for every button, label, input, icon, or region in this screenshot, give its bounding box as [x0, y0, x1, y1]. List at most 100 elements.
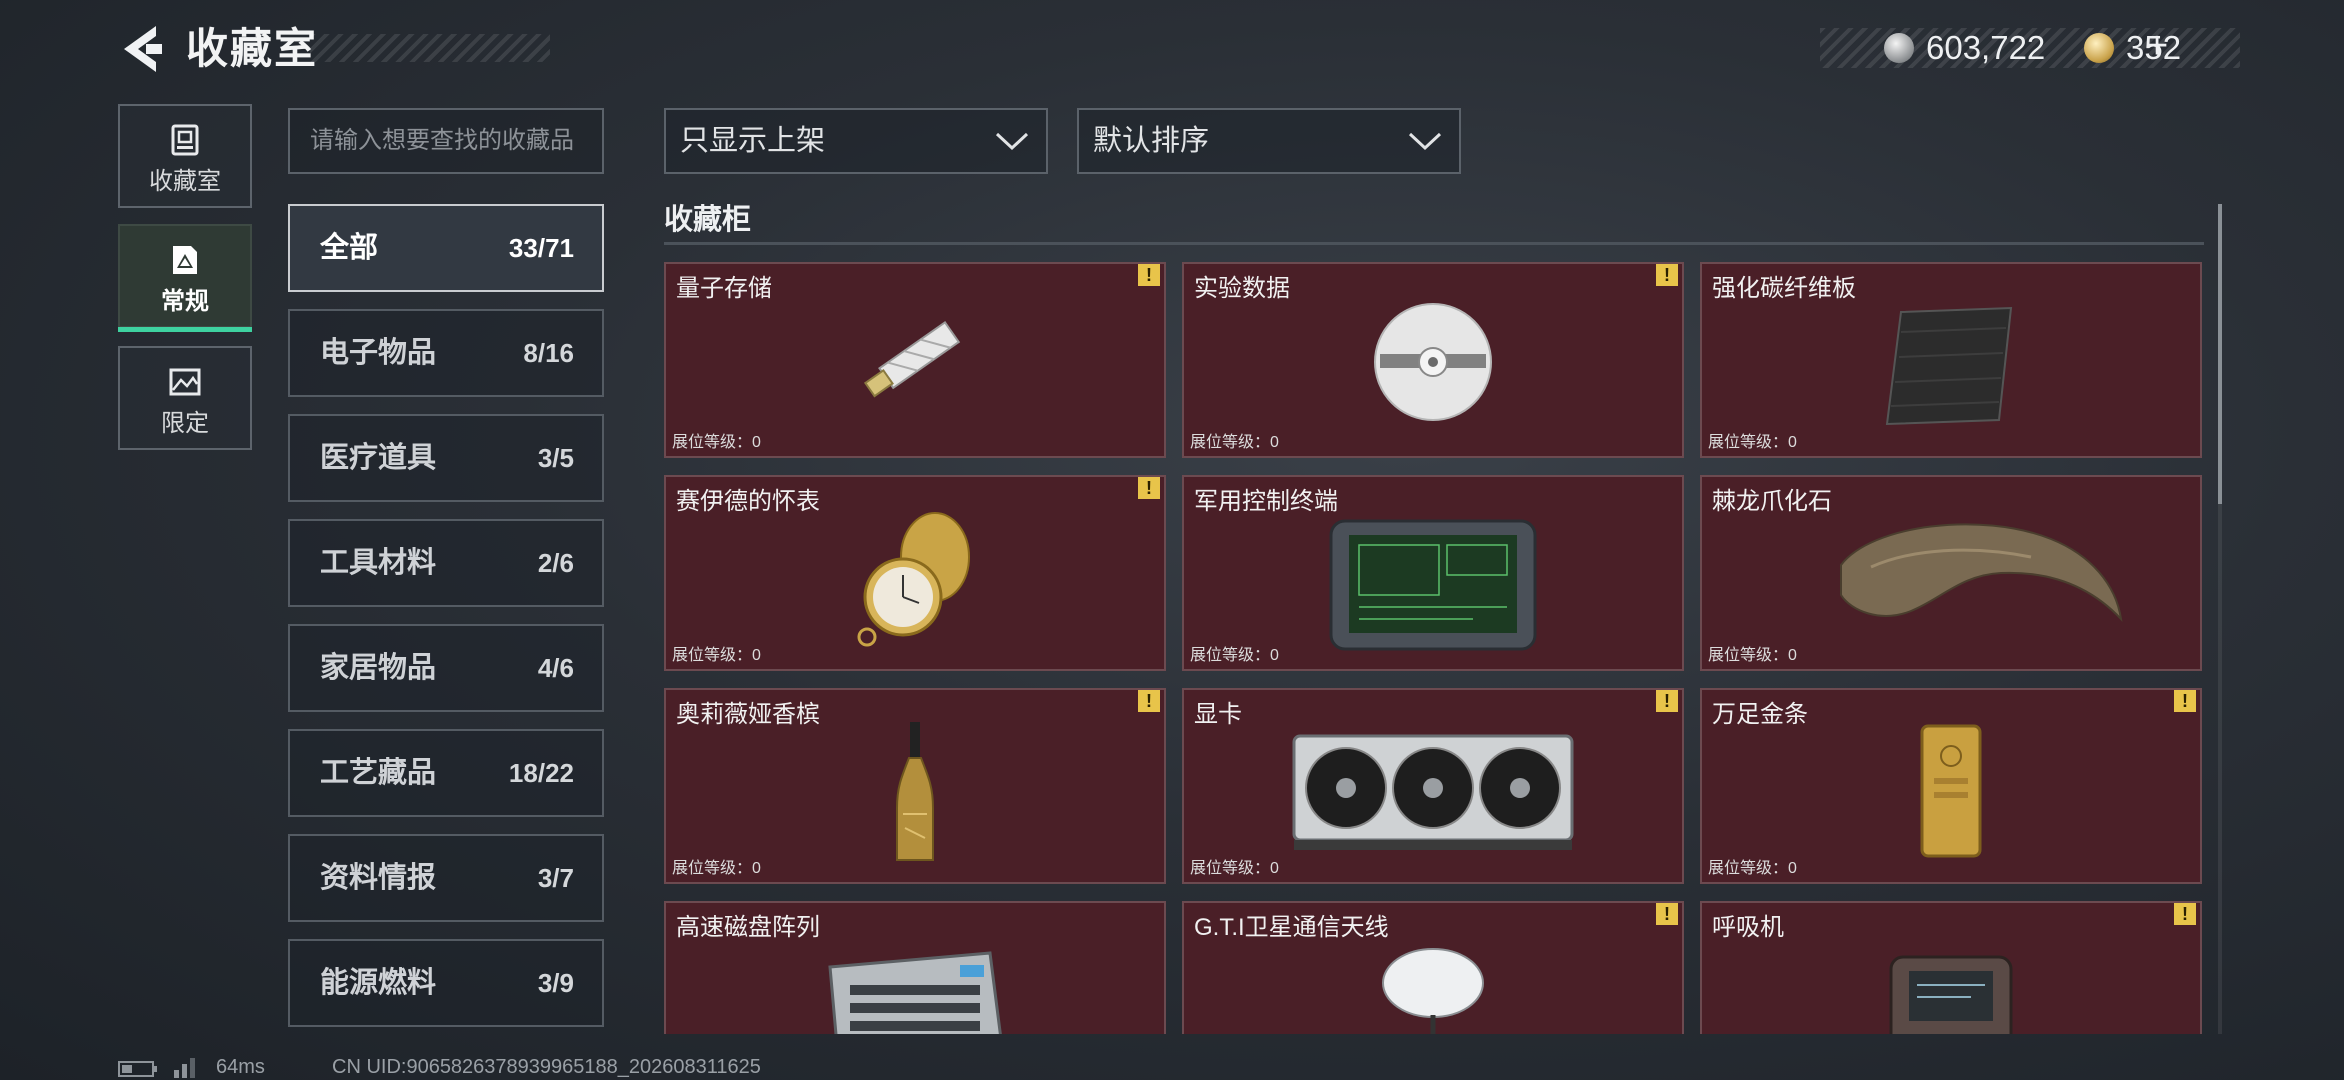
sort-dropdown-label: 默认排序: [1093, 125, 1210, 157]
gold-bar-icon: [1920, 724, 1982, 858]
warning-icon: !: [2174, 903, 2196, 925]
warning-icon: !: [1656, 903, 1678, 925]
warning-icon: !: [1138, 264, 1160, 286]
category-name: 资料情报: [320, 862, 437, 894]
gpu-icon: [1292, 734, 1574, 850]
item-card-quantum-storage[interactable]: 量子存储 ! 展位等级：0: [664, 262, 1166, 458]
uid-label: CN UID:9065826378939965188_202608311625: [332, 1056, 761, 1078]
page-title: 收藏室: [186, 25, 319, 72]
item-card-disk-array[interactable]: 高速磁盘阵列: [664, 901, 1166, 1034]
item-display-level: 展位等级：0: [672, 647, 761, 664]
category-tools[interactable]: 工具材料 2/6: [288, 519, 604, 607]
category-count: 3/9: [537, 968, 574, 998]
signal-icon: [174, 1058, 195, 1078]
item-card-carbon-plate[interactable]: 强化碳纤维板 展位等级：0: [1700, 262, 2202, 458]
warning-icon: !: [2174, 690, 2196, 712]
warning-icon: !: [1656, 690, 1678, 712]
item-name: G.T.I卫星通信天线: [1194, 914, 1389, 941]
warning-icon: !: [1656, 264, 1678, 286]
sort-dropdown[interactable]: 默认排序: [1077, 108, 1461, 174]
category-medical[interactable]: 医疗道具 3/5: [288, 414, 604, 502]
terminal-icon: [1329, 519, 1537, 651]
item-name: 万足金条: [1712, 701, 1808, 728]
item-card-gold-bar[interactable]: 万足金条 ! 展位等级：0: [1700, 688, 2202, 884]
item-card-military-terminal[interactable]: 军用控制终端 展位等级：0: [1182, 475, 1684, 671]
category-intel[interactable]: 资料情报 3/7: [288, 834, 604, 922]
side-tab-regular[interactable]: 常规: [118, 224, 252, 332]
battery-icon: [118, 1061, 157, 1077]
item-display-level: 展位等级：0: [1190, 647, 1279, 664]
doc-icon: [173, 246, 197, 274]
item-name: 呼吸机: [1712, 914, 1784, 941]
category-count: 33/71: [508, 233, 574, 263]
back-button[interactable]: [116, 22, 164, 76]
side-tab-collection-room[interactable]: 收藏室: [118, 104, 252, 208]
recharge-plus-button[interactable]: +: [2146, 26, 2168, 66]
item-card-experiment-data[interactable]: 实验数据 ! 展位等级：0: [1182, 262, 1684, 458]
ventilator-icon: [1889, 955, 2013, 1034]
item-name: 显卡: [1194, 701, 1242, 728]
champagne-icon: [896, 722, 934, 861]
item-display-level: 展位等级：0: [1708, 860, 1797, 877]
filter-dropdown-label: 只显示上架: [680, 125, 826, 157]
item-display-level: 展位等级：0: [1190, 860, 1279, 877]
pocket-watch-icon: [857, 512, 970, 647]
item-name: 实验数据: [1194, 275, 1290, 302]
category-household[interactable]: 家居物品 4/6: [288, 624, 604, 712]
item-card-ventilator[interactable]: 呼吸机 !: [1700, 901, 2202, 1034]
category-count: 4/6: [537, 653, 574, 683]
category-electronics[interactable]: 电子物品 8/16: [288, 309, 604, 397]
side-tab-label: 限定: [161, 410, 209, 437]
side-tab-limited[interactable]: 限定: [118, 346, 252, 450]
item-name: 高速磁盘阵列: [676, 914, 820, 941]
category-count: 8/16: [523, 338, 574, 368]
warning-icon: !: [1138, 477, 1160, 499]
category-count: 2/6: [537, 548, 574, 578]
collection-grid[interactable]: 量子存储 ! 展位等级：0 实验数据 ! 展位等级：0 强化碳纤维板 展位等级：…: [664, 262, 2202, 1034]
carbon-plate-icon: [1885, 306, 2013, 426]
item-card-champagne[interactable]: 奥莉薇娅香槟 ! 展位等级：0: [664, 688, 1166, 884]
item-display-level: 展位等级：0: [672, 434, 761, 451]
item-display-level: 展位等级：0: [1708, 647, 1797, 664]
ping-label: 64ms: [216, 1056, 265, 1078]
item-display-level: 展位等级：0: [1708, 434, 1797, 451]
scrollbar-thumb[interactable]: [2218, 204, 2222, 504]
category-name: 工具材料: [320, 547, 437, 579]
gold-coin-icon: [2084, 33, 2114, 63]
chevron-down-icon: [995, 132, 1029, 151]
category-name: 家居物品: [320, 652, 437, 684]
section-title: 收藏柜: [664, 204, 752, 236]
search-input[interactable]: [288, 108, 604, 174]
item-card-satellite-dish[interactable]: G.T.I卫星通信天线 !: [1182, 901, 1684, 1034]
back-arrow-icon: [124, 26, 162, 72]
category-name: 工艺藏品: [320, 757, 437, 789]
item-name: 强化碳纤维板: [1712, 275, 1856, 302]
warning-icon: !: [1138, 690, 1160, 712]
category-crafts[interactable]: 工艺藏品 18/22: [288, 729, 604, 817]
item-display-level: 展位等级：0: [1190, 434, 1279, 451]
item-name: 奥莉薇娅香槟: [676, 701, 820, 728]
category-count: 3/5: [537, 443, 574, 473]
title-decoration: [310, 34, 550, 62]
item-card-gpu[interactable]: 显卡 ! 展位等级：0: [1182, 688, 1684, 884]
item-display-level: 展位等级：0: [672, 860, 761, 877]
item-card-claw-fossil[interactable]: 棘龙爪化石 展位等级：0: [1700, 475, 2202, 671]
satellite-dish-icon: [1382, 948, 1484, 1034]
section-divider: [664, 242, 2204, 245]
side-tab-label: 常规: [161, 288, 209, 315]
disk-array-icon: [828, 951, 1002, 1034]
silver-coin-icon: [1884, 33, 1914, 63]
item-name: 量子存储: [676, 275, 772, 302]
filter-dropdown[interactable]: 只显示上架: [664, 108, 1048, 174]
item-name: 军用控制终端: [1194, 488, 1338, 515]
item-card-pocket-watch[interactable]: 赛伊德的怀表 ! 展位等级：0: [664, 475, 1166, 671]
picture-icon: [169, 368, 201, 396]
category-energy[interactable]: 能源燃料 3/9: [288, 939, 604, 1027]
category-name: 全部: [320, 232, 379, 264]
disc-icon: [1374, 303, 1492, 421]
category-all[interactable]: 全部 33/71: [288, 204, 604, 292]
category-name: 医疗道具: [320, 442, 437, 474]
category-name: 电子物品: [320, 337, 437, 369]
usb-drive-icon: [863, 320, 961, 398]
claw-fossil-icon: [1840, 523, 2123, 623]
